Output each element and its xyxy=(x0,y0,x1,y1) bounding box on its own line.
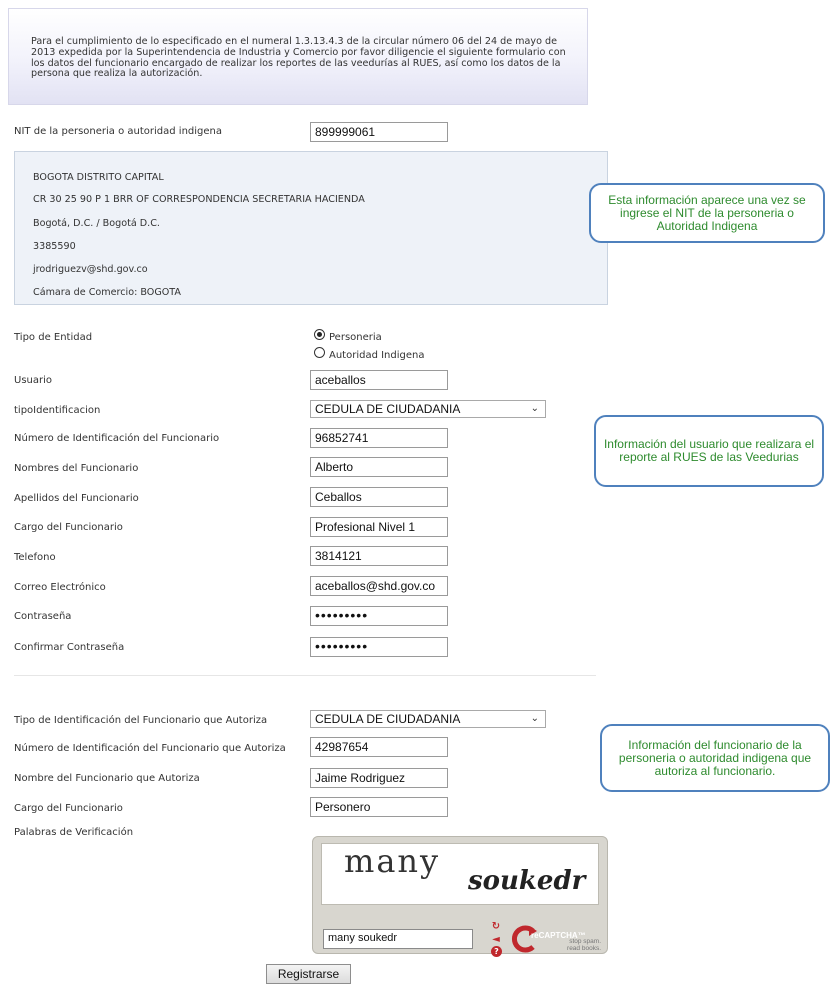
position-label: Cargo del Funcionario xyxy=(14,522,123,533)
nit-input[interactable]: 899999061 xyxy=(310,122,448,142)
last-name-input[interactable]: Ceballos xyxy=(310,487,448,507)
recaptcha-logo: reCAPTCHA™ stop spam. read books. xyxy=(509,925,603,953)
radio-autoridad-indigena[interactable] xyxy=(314,347,325,358)
captcha-label: Palabras de Verificación xyxy=(14,827,134,838)
phone-input[interactable]: 3814121 xyxy=(310,546,448,566)
entity-type-label: Tipo de Entidad xyxy=(14,332,93,343)
captcha-word-1: many xyxy=(344,842,441,880)
entity-name: BOGOTA DISTRITO CAPITAL xyxy=(33,172,164,183)
id-number-input[interactable]: 96852741 xyxy=(310,428,448,448)
last-name-label: Apellidos del Funcionario xyxy=(14,493,139,504)
refresh-icon[interactable]: ↻ xyxy=(489,921,503,933)
captcha-input[interactable]: many soukedr xyxy=(323,929,473,949)
authorizer-id-type-value: CEDULA DE CIUDADANIA xyxy=(315,712,461,726)
callout-nit-info: Esta información aparece una vez se ingr… xyxy=(589,183,825,243)
authorizer-id-type-label: Tipo de Identificación del Funcionario q… xyxy=(14,715,268,726)
password-input[interactable]: ••••••••• xyxy=(310,606,448,626)
nit-label: NIT de la personeria o autoridad indigen… xyxy=(14,126,223,137)
audio-icon[interactable]: ◄ xyxy=(489,934,503,946)
section-divider xyxy=(14,675,596,676)
user-input[interactable]: aceballos xyxy=(310,370,448,390)
confirm-password-label: Confirmar Contraseña xyxy=(14,642,125,653)
entity-chamber: Cámara de Comercio: BOGOTA xyxy=(33,287,181,298)
captcha-word-2: soukedr xyxy=(468,866,586,896)
first-name-label: Nombres del Funcionario xyxy=(14,463,139,474)
radio-personeria-label: Personeria xyxy=(329,332,382,343)
confirm-password-input[interactable]: ••••••••• xyxy=(310,637,448,657)
radio-autoridad-indigena-label: Autoridad Indigena xyxy=(329,350,425,361)
radio-personeria[interactable] xyxy=(314,329,325,340)
authorizer-name-input[interactable]: Jaime Rodriguez xyxy=(310,768,448,788)
authorizer-position-input[interactable]: Personero xyxy=(310,797,448,817)
recaptcha-tagline: stop spam. read books. xyxy=(567,938,601,952)
id-type-value: CEDULA DE CIUDADANIA xyxy=(315,402,461,416)
register-button[interactable]: Registrarse xyxy=(266,964,351,984)
authorizer-position-label: Cargo del Funcionario xyxy=(14,803,123,814)
intro-text: Para el cumplimiento de lo especificado … xyxy=(31,36,566,80)
chevron-down-icon: ⌄ xyxy=(530,713,539,724)
authorizer-id-number-input[interactable]: 42987654 xyxy=(310,737,448,757)
entity-city: Bogotá, D.C. / Bogotá D.C. xyxy=(33,218,160,229)
callout-authorizer-info: Información del funcionario de la person… xyxy=(600,724,830,792)
user-label: Usuario xyxy=(14,375,53,386)
entity-phone: 3385590 xyxy=(33,241,76,252)
entity-email: jrodriguezv@shd.gov.co xyxy=(33,264,148,275)
intro-box: Para el cumplimiento de lo especificado … xyxy=(8,8,588,105)
entity-address: CR 30 25 90 P 1 BRR OF CORRESPONDENCIA S… xyxy=(33,194,365,205)
id-type-select[interactable]: CEDULA DE CIUDADANIA ⌄ xyxy=(310,400,546,418)
id-number-label: Número de Identificación del Funcionario xyxy=(14,433,220,444)
authorizer-id-type-select[interactable]: CEDULA DE CIUDADANIA ⌄ xyxy=(310,710,546,728)
position-input[interactable]: Profesional Nivel 1 xyxy=(310,517,448,537)
help-icon[interactable]: ? xyxy=(491,946,502,957)
authorizer-name-label: Nombre del Funcionario que Autoriza xyxy=(14,773,200,784)
authorizer-id-number-label: Número de Identificación del Funcionario… xyxy=(14,743,286,754)
captcha-widget: many soukedr many soukedr ↻ ◄ ? reCAPTCH… xyxy=(312,836,608,957)
callout-user-info: Información del usuario que realizara el… xyxy=(594,415,824,487)
captcha-image: many soukedr xyxy=(321,842,599,905)
phone-label: Telefono xyxy=(14,552,56,563)
first-name-input[interactable]: Alberto xyxy=(310,457,448,477)
chevron-down-icon: ⌄ xyxy=(530,403,539,414)
email-input[interactable]: aceballos@shd.gov.co xyxy=(310,576,448,596)
email-label: Correo Electrónico xyxy=(14,582,106,593)
entity-info-panel: BOGOTA DISTRITO CAPITAL CR 30 25 90 P 1 … xyxy=(14,151,608,305)
id-type-label: tipoIdentificacion xyxy=(14,405,101,416)
password-label: Contraseña xyxy=(14,611,72,622)
